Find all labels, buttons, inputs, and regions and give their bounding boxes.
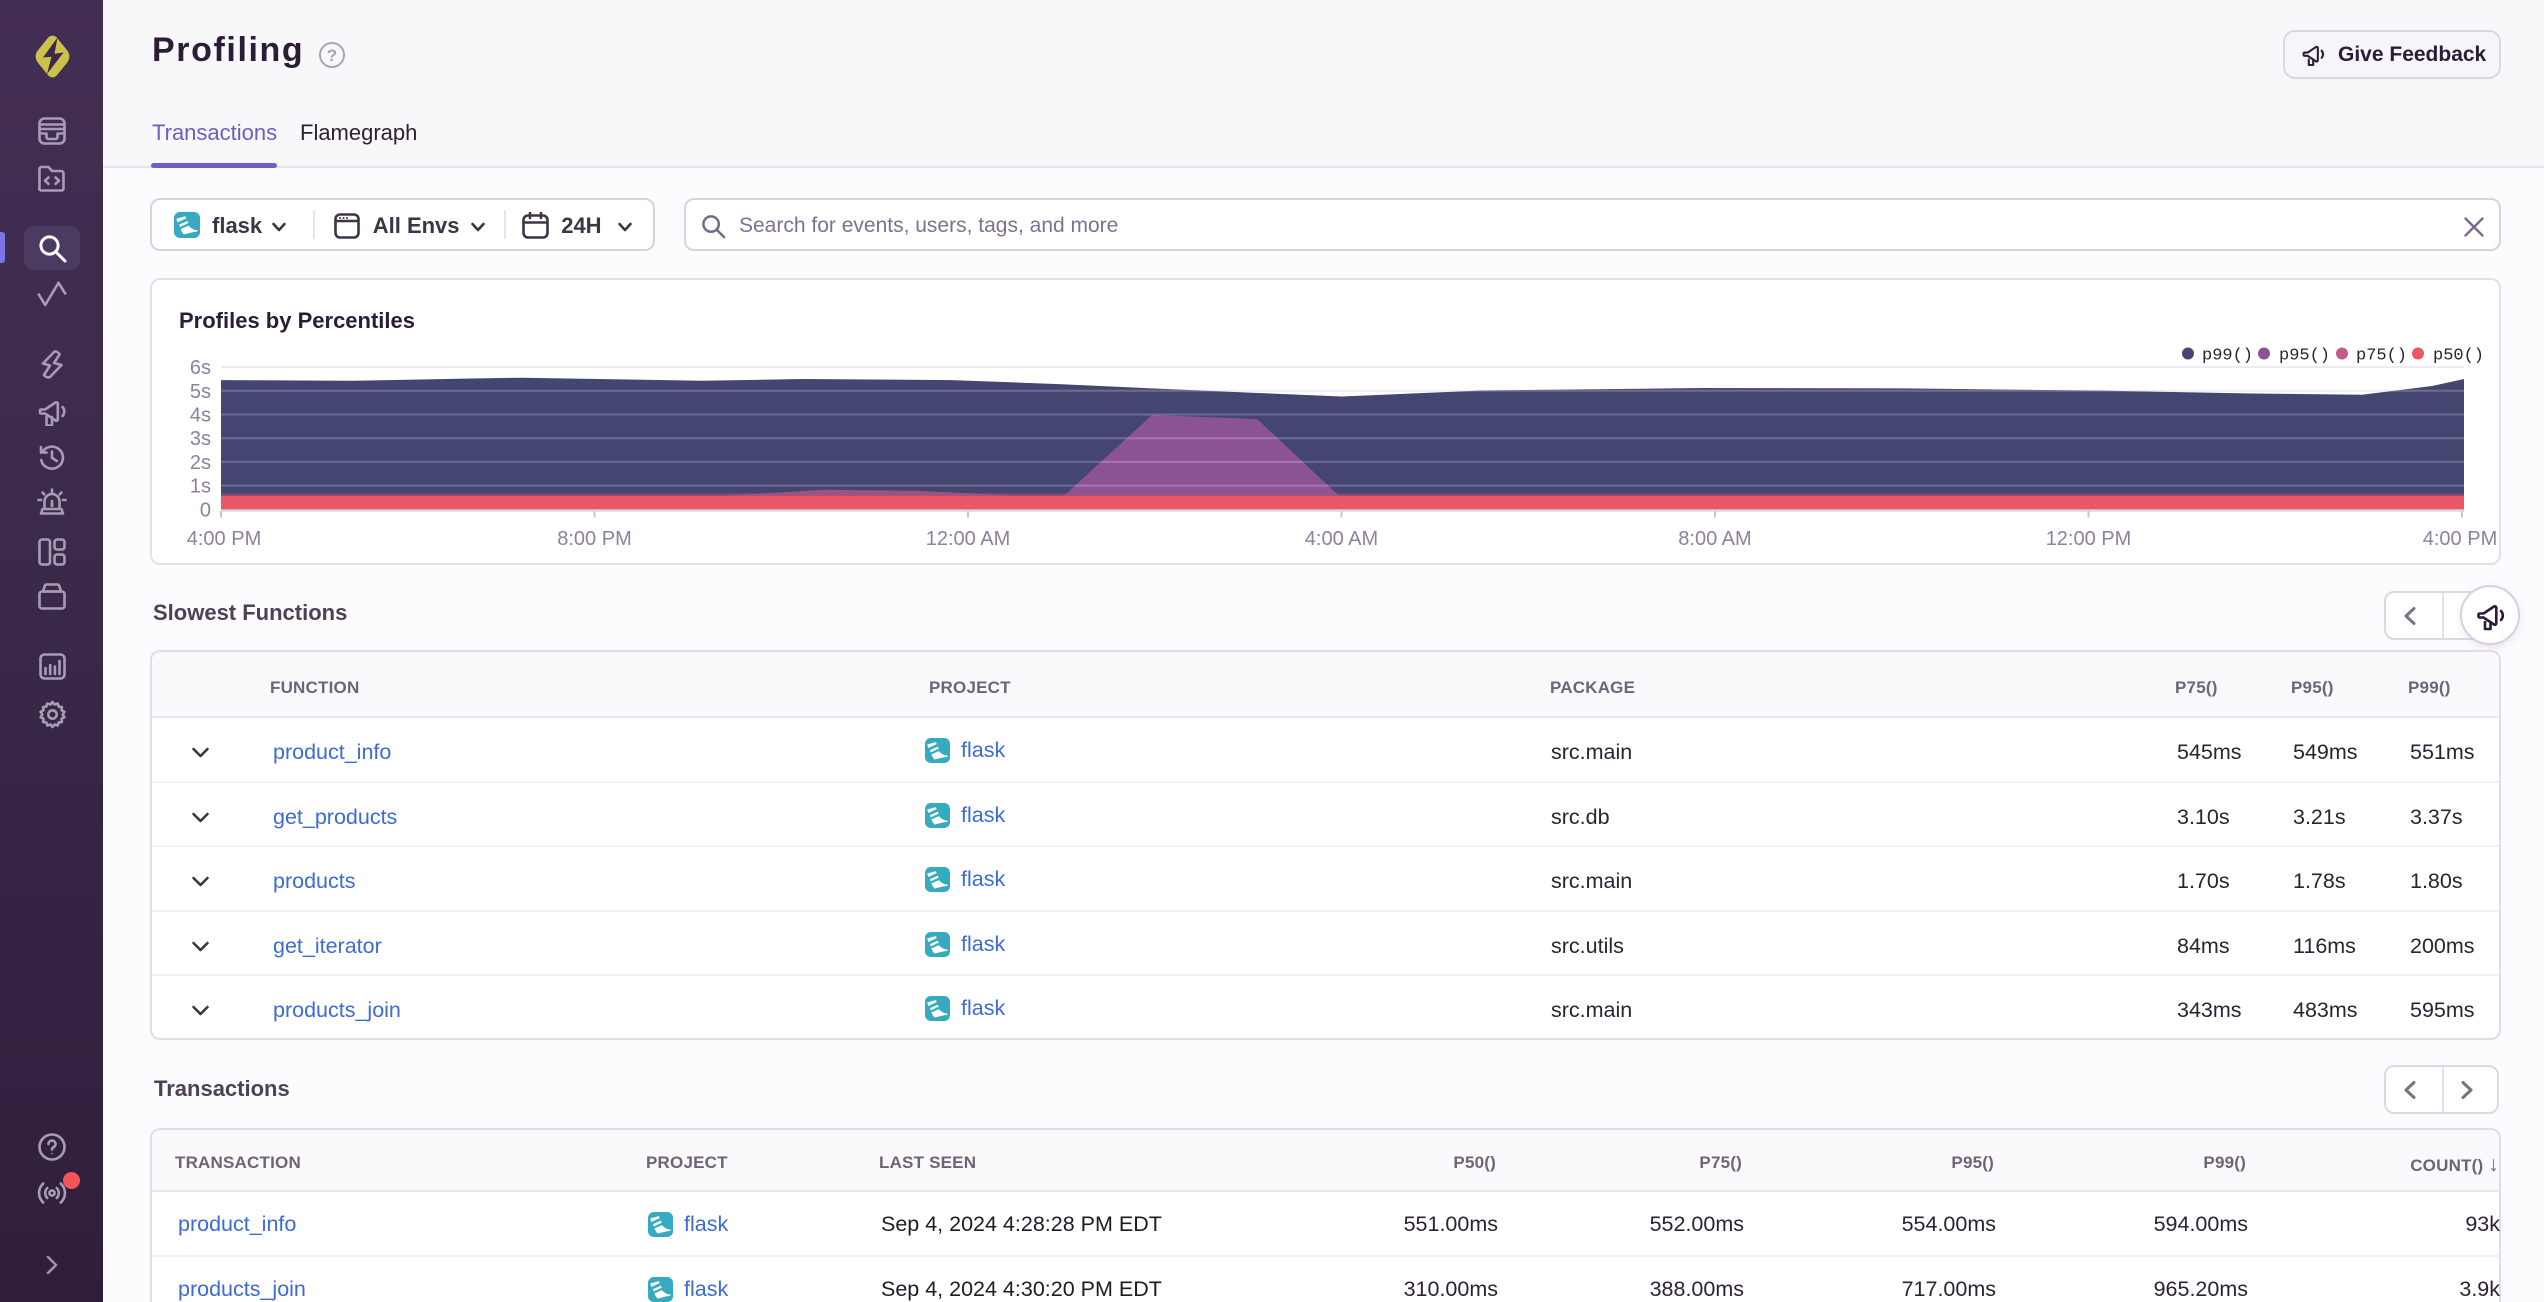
svg-text:2s: 2s <box>190 452 211 474</box>
svg-text:12:00 PM: 12:00 PM <box>2046 528 2132 550</box>
svg-text:3s: 3s <box>190 428 211 450</box>
svg-text:p99(): p99() <box>2202 347 2253 366</box>
svg-text:4:00 PM: 4:00 PM <box>187 528 261 550</box>
svg-text:p50(): p50() <box>2433 347 2484 366</box>
svg-text:8:00 PM: 8:00 PM <box>557 528 631 550</box>
svg-text:p95(): p95() <box>2279 347 2330 366</box>
svg-text:5s: 5s <box>190 381 211 403</box>
svg-text:0: 0 <box>200 499 211 521</box>
svg-text:8:00 AM: 8:00 AM <box>1678 528 1751 550</box>
svg-text:4:00 PM: 4:00 PM <box>2423 528 2497 550</box>
svg-text:4:00 AM: 4:00 AM <box>1305 528 1378 550</box>
svg-text:4s: 4s <box>190 405 211 427</box>
svg-text:6s: 6s <box>190 357 211 379</box>
svg-text:p75(): p75() <box>2356 347 2407 366</box>
svg-text:12:00 AM: 12:00 AM <box>926 528 1011 550</box>
svg-text:1s: 1s <box>190 476 211 498</box>
